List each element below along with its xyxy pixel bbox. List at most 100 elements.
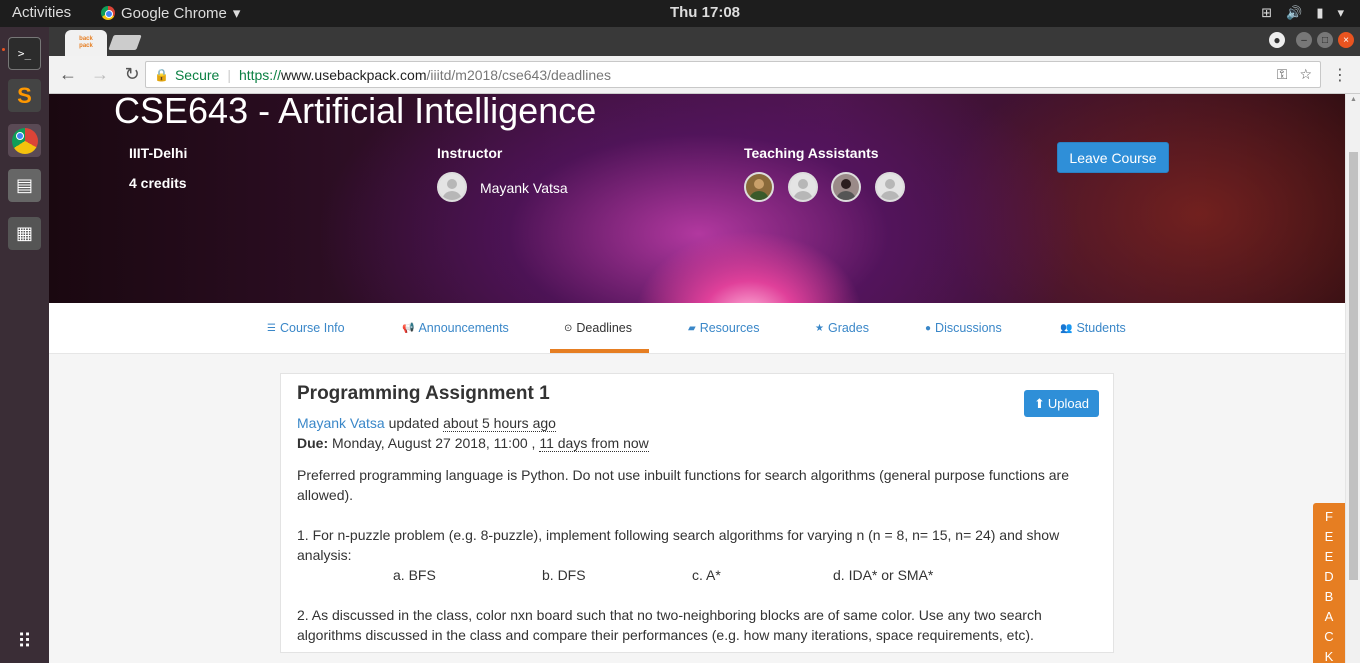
tab-resources[interactable]: ▰ Resources	[688, 321, 759, 335]
page-scrollbar[interactable]: ▲	[1345, 94, 1360, 663]
feedback-letter: A	[1324, 608, 1334, 624]
tab-label: Students	[1076, 321, 1126, 335]
omnibox-actions: ⚿ ☆	[1277, 66, 1312, 83]
list-icon: ☰	[267, 322, 276, 334]
upload-label: Upload	[1047, 396, 1090, 411]
profile-icon[interactable]: ●	[1269, 32, 1285, 48]
feedback-letter: K	[1324, 648, 1334, 663]
deadline-meta: Mayank Vatsa updated about 5 hours ago	[297, 415, 556, 432]
feedback-letter: D	[1324, 568, 1334, 584]
tab-grades[interactable]: ★ Grades	[815, 321, 869, 335]
algorithm-item: d. IDA* or SMA*	[833, 567, 934, 583]
star-icon: ★	[815, 322, 824, 334]
tab-label: Announcements	[418, 321, 509, 335]
ta-avatar[interactable]	[788, 172, 818, 202]
algorithm-item: b. DFS	[542, 567, 586, 583]
tab-label: Grades	[827, 321, 869, 335]
institute-name: IIIT-Delhi	[129, 145, 188, 161]
deadline-description: Preferred programming language is Python…	[297, 465, 1097, 645]
new-tab-button[interactable]	[108, 35, 142, 50]
window-controls: ● – □ ×	[1269, 32, 1354, 48]
deadline-title: Programming Assignment 1	[297, 383, 550, 404]
task-item-1: 1. For n-puzzle problem (e.g. 8-puzzle),…	[297, 527, 1060, 563]
leave-course-button[interactable]: Leave Course	[1057, 142, 1169, 173]
tab-label: Course Info	[279, 321, 345, 335]
maximize-icon[interactable]: □	[1317, 32, 1333, 48]
bullhorn-icon: 📢	[402, 322, 415, 334]
bookmark-star-icon[interactable]: ☆	[1299, 66, 1312, 83]
power-icon[interactable]: ▾	[1337, 5, 1344, 21]
course-title: CSE643 - Artificial Intelligence	[114, 94, 597, 131]
description-paragraph: Preferred programming language is Python…	[297, 467, 1069, 503]
key-icon[interactable]: ⚿	[1277, 66, 1288, 83]
back-icon[interactable]: ←	[55, 64, 81, 85]
instructor-avatar[interactable]	[437, 172, 467, 202]
feedback-button[interactable]: FEEDBACK	[1313, 503, 1345, 663]
ta-avatar[interactable]	[744, 172, 774, 202]
algorithm-list: a. BFS b. DFS c. A* d. IDA* or SMA*	[393, 565, 1097, 585]
due-line: Due: Monday, August 27 2018, 11:00 , 11 …	[297, 435, 649, 452]
ta-avatar[interactable]	[831, 172, 861, 202]
browser-toolbar: ← → ↻ 🔒 Secure | https:// www.usebackpac…	[49, 56, 1360, 94]
ta-avatar[interactable]	[875, 172, 905, 202]
url-path: /iiitd/m2018/cse643/deadlines	[426, 66, 611, 83]
url-separator: |	[227, 66, 231, 83]
system-tray[interactable]: ⊞ 🔊 ▮ ▾	[1261, 5, 1344, 21]
deadline-card: Programming Assignment 1 ⬆ Upload Mayank…	[280, 373, 1114, 653]
sublime-text-icon[interactable]: S	[8, 79, 41, 112]
address-bar[interactable]: 🔒 Secure | https:// www.usebackpack.com …	[145, 61, 1321, 88]
files-icon[interactable]: ▤	[8, 169, 41, 202]
instructor-name[interactable]: Mayank Vatsa	[480, 180, 568, 196]
launcher: >_ S ▤ ▦ ⠿	[0, 27, 49, 663]
algorithm-item: a. BFS	[393, 567, 436, 583]
tab-label: Resources	[699, 321, 760, 335]
upload-icon: ⬆	[1033, 395, 1045, 411]
network-icon[interactable]: ⊞	[1261, 5, 1272, 21]
upload-button[interactable]: ⬆ Upload	[1024, 390, 1099, 417]
feedback-letter: B	[1324, 588, 1334, 604]
tab-label: Deadlines	[576, 321, 632, 335]
page-viewport: CSE643 - Artificial Intelligence IIIT-De…	[49, 94, 1345, 663]
comment-icon: ●	[925, 322, 932, 334]
tab-discussions[interactable]: ● Discussions	[925, 321, 1002, 335]
browser-tab[interactable]: back pack	[65, 30, 107, 56]
tab-deadlines[interactable]: ⊙ Deadlines	[564, 321, 632, 335]
instructor-label: Instructor	[437, 145, 503, 161]
volume-icon[interactable]: 🔊	[1286, 5, 1302, 21]
active-indicator	[2, 48, 5, 51]
tab-label: Discussions	[935, 321, 1002, 335]
browser-window: back pack ● – □ × ← → ↻ 🔒 Secure | https…	[49, 27, 1360, 663]
course-banner: CSE643 - Artificial Intelligence IIIT-De…	[49, 94, 1345, 303]
clock-icon: ⊙	[564, 322, 573, 334]
tab-course-info[interactable]: ☰ Course Info	[267, 321, 345, 335]
author-link[interactable]: Mayank Vatsa	[297, 415, 385, 431]
terminal-icon[interactable]: >_	[8, 37, 41, 70]
task-item-2: 2. As discussed in the class, color nxn …	[297, 607, 1042, 643]
course-credits: 4 credits	[129, 175, 187, 191]
feedback-letter: F	[1325, 508, 1333, 524]
due-label: Due:	[297, 435, 329, 451]
due-relative: 11 days from now	[539, 435, 649, 452]
secure-label: Secure	[174, 66, 220, 83]
minimize-icon[interactable]: –	[1296, 32, 1312, 48]
active-tab-indicator	[550, 349, 649, 353]
reload-icon[interactable]: ↻	[119, 64, 145, 85]
lock-icon: 🔒	[154, 67, 169, 82]
chrome-menu-icon[interactable]: ⋮	[1332, 65, 1348, 85]
battery-icon[interactable]: ▮	[1316, 5, 1323, 21]
due-date: Monday, August 27 2018, 11:00 ,	[332, 435, 536, 451]
forward-icon[interactable]: →	[87, 64, 113, 85]
tab-strip: back pack ● – □ ×	[49, 27, 1360, 56]
scrollbar-thumb[interactable]	[1349, 152, 1358, 580]
algorithm-item: c. A*	[692, 567, 721, 583]
course-nav-tabs: ☰ Course Info 📢 Announcements ⊙ Deadline…	[49, 303, 1345, 354]
chrome-launcher-icon[interactable]	[8, 124, 41, 157]
tab-students[interactable]: 👥 Students	[1060, 321, 1126, 335]
calculator-icon[interactable]: ▦	[8, 217, 41, 250]
clock[interactable]: Thu 17:08	[0, 4, 1360, 21]
tab-announcements[interactable]: 📢 Announcements	[402, 321, 509, 335]
scroll-up-icon[interactable]: ▲	[1350, 96, 1357, 103]
show-apps-icon[interactable]: ⠿	[8, 625, 41, 658]
users-icon: 👥	[1060, 322, 1073, 334]
close-icon[interactable]: ×	[1338, 32, 1354, 48]
